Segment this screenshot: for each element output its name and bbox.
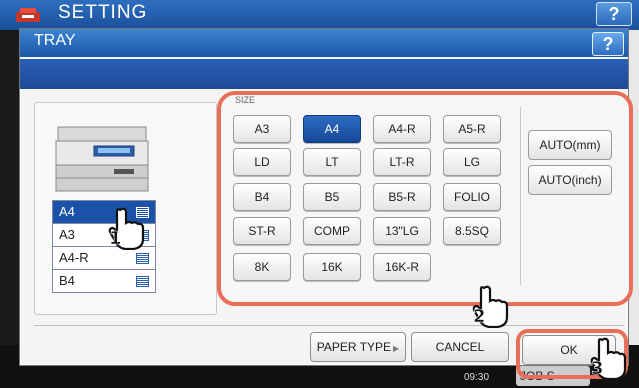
tray-icon: [136, 276, 149, 287]
copier-illustration-icon: [55, 126, 149, 192]
tray-label: A4-R: [59, 250, 89, 265]
size-button-16k-r[interactable]: 16K-R: [373, 253, 431, 281]
size-button-b4[interactable]: B4: [233, 183, 291, 211]
dialog-help-button[interactable]: ?: [592, 32, 624, 56]
size-section-label: SIZE: [235, 95, 256, 105]
paper-type-button[interactable]: PAPER TYPE ▶: [310, 332, 406, 362]
size-button-lt[interactable]: LT: [303, 148, 361, 176]
step-3-hand-icon: 3: [591, 337, 627, 380]
size-button-13lg[interactable]: 13"LG: [373, 217, 431, 245]
step-1-hand-icon: 1: [109, 207, 145, 250]
dialog-title-bar: TRAY ?: [20, 29, 628, 57]
size-button-ld[interactable]: LD: [233, 148, 291, 176]
tray-icon: [136, 253, 149, 264]
size-button-16k[interactable]: 16K: [303, 253, 361, 281]
background-title: SETTING: [58, 2, 148, 23]
size-button-a4[interactable]: A4: [303, 115, 361, 143]
step-3-label: 3: [591, 358, 604, 379]
size-divider: [520, 107, 521, 285]
step-2-label: 2: [473, 306, 486, 327]
dialog-header-band: [20, 59, 628, 89]
tray-label: A3: [59, 227, 75, 242]
tray-dialog: TRAY ? A4 A3 A4-R B4 SIZE A3 A4 A4-R A5-…: [19, 28, 633, 379]
size-button-comp[interactable]: COMP: [303, 217, 361, 245]
size-button-8k[interactable]: 8K: [233, 253, 291, 281]
size-button-a4-r[interactable]: A4-R: [373, 115, 431, 143]
size-button-b5-r[interactable]: B5-R: [373, 183, 431, 211]
size-button-8-5sq[interactable]: 8.5SQ: [443, 217, 501, 245]
size-button-lt-r[interactable]: LT-R: [373, 148, 431, 176]
dialog-title: TRAY: [34, 32, 76, 49]
tray-label: A4: [59, 204, 75, 219]
size-button-a3[interactable]: A3: [233, 115, 291, 143]
background-help-button[interactable]: ?: [596, 2, 632, 26]
cancel-button[interactable]: CANCEL: [411, 332, 509, 362]
step-1-label: 1: [109, 228, 122, 249]
copier-logo-icon: [16, 8, 40, 22]
auto-mm-button[interactable]: AUTO(mm): [528, 130, 612, 160]
footer-divider: [34, 325, 624, 326]
arrow-right-icon: ▶: [393, 344, 400, 353]
size-button-lg[interactable]: LG: [443, 148, 501, 176]
tray-item-b4[interactable]: B4: [52, 269, 156, 293]
size-button-folio[interactable]: FOLIO: [443, 183, 501, 211]
size-button-st-r[interactable]: ST-R: [233, 217, 291, 245]
size-button-b5[interactable]: B5: [303, 183, 361, 211]
tray-label: B4: [59, 273, 75, 288]
auto-inch-button[interactable]: AUTO(inch): [528, 165, 612, 195]
size-button-a5-r[interactable]: A5-R: [443, 115, 501, 143]
clock: 09:30: [464, 372, 490, 383]
paper-type-label: PAPER TYPE: [316, 340, 392, 354]
step-2-hand-icon: 2: [473, 285, 509, 328]
